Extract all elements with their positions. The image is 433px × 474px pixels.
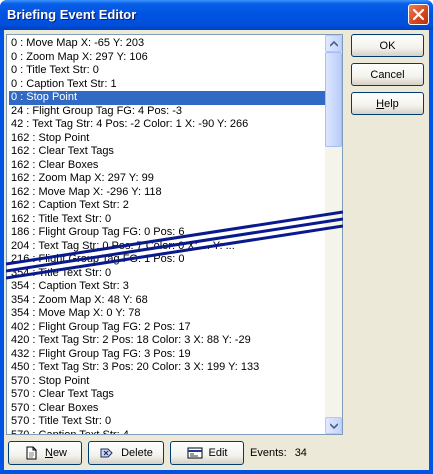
list-item[interactable]: 162 : Zoom Map X: 297 Y: 99 [9,172,325,186]
list-item[interactable]: 432 : Flight Group Tag FG: 3 Pos: 19 [9,348,325,362]
list-item[interactable]: 570 : Clear Boxes [9,402,325,416]
events-count: 34 [294,447,307,459]
title-bar[interactable]: Briefing Event Editor [0,0,433,30]
list-item[interactable]: 354 : Zoom Map X: 48 Y: 68 [9,294,325,308]
delete-button-label: Delete [121,447,153,459]
list-item[interactable]: 450 : Text Tag Str: 3 Pos: 20 Color: 3 X… [9,361,325,375]
new-button[interactable]: New [8,441,82,465]
ok-button[interactable]: OK [351,34,424,57]
help-button[interactable]: Help [351,92,424,115]
dialog-client-area: 0 : Move Map X: -65 Y: 203 0 : Zoom Map X… [4,30,429,470]
list-item[interactable]: 162 : Stop Point [9,132,325,146]
list-item[interactable]: 162 : Move Map X: -296 Y: 118 [9,186,325,200]
list-item[interactable]: 162 : Clear Text Tags [9,145,325,159]
events-label: Events: [250,447,287,459]
delete-icon [100,448,113,458]
scroll-up-button[interactable] [325,35,342,52]
events-listbox[interactable]: 0 : Move Map X: -65 Y: 203 0 : Zoom Map X… [6,34,343,435]
list-item[interactable]: 42 : Text Tag Str: 4 Pos: -2 Color: 1 X:… [9,118,325,132]
scroll-down-arrow-icon [330,423,338,429]
scroll-down-button[interactable] [325,417,342,434]
list-item[interactable]: 0 : Caption Text Str: 1 [9,78,325,92]
accelerator-key: N [44,447,53,459]
edit-button-label: Edit [208,447,228,459]
list-item[interactable]: 354 : Caption Text Str: 3 [9,280,325,294]
close-button[interactable] [408,4,429,25]
list-item[interactable]: 570 : Stop Point [9,375,325,389]
document-icon [26,446,37,460]
cancel-button[interactable]: Cancel [351,63,424,86]
list-item[interactable]: 186 : Flight Group Tag FG: 0 Pos: 6 [9,226,325,240]
list-item[interactable]: 354 : Title Text Str: 0 [9,267,325,281]
list-item[interactable]: 24 : Flight Group Tag FG: 4 Pos: -3 [9,105,325,119]
list-item[interactable]: 570 : Caption Text Str: 4 [9,429,325,435]
events-list-rows: 0 : Move Map X: -65 Y: 203 0 : Zoom Map X… [9,37,325,435]
scroll-thumb[interactable] [325,52,342,147]
list-item[interactable]: 0 : Title Text Str: 0 [9,64,325,78]
close-icon [413,9,424,20]
list-item[interactable]: 354 : Move Map X: 0 Y: 78 [9,307,325,321]
list-item[interactable]: 162 : Caption Text Str: 2 [9,199,325,213]
list-item[interactable]: 204 : Text Tag Str: 0 Pos: 7 Color: 0 X:… [9,240,325,254]
new-button-label: New [44,447,67,459]
briefing-event-editor-window: Briefing Event Editor 0 : Move Map X: -6… [0,0,433,474]
list-item[interactable]: 0 : Move Map X: -65 Y: 203 [9,37,325,51]
list-item[interactable]: 420 : Text Tag Str: 2 Pos: 18 Color: 3 X… [9,334,325,348]
scroll-up-arrow-icon [330,41,338,47]
events-count-display: Events: 34 [250,447,315,459]
edit-button[interactable]: Edit [170,441,244,465]
list-item[interactable]: 162 : Title Text Str: 0 [9,213,325,227]
list-item[interactable]: 570 : Title Text Str: 0 [9,415,325,429]
list-item[interactable]: 402 : Flight Group Tag FG: 2 Pos: 17 [9,321,325,335]
window-title: Briefing Event Editor [7,7,137,22]
list-item[interactable]: 216 : Flight Group Tag FG: 1 Pos: 0 [9,253,325,267]
list-item[interactable]: 0 : Stop Point [9,91,325,105]
list-item[interactable]: 570 : Clear Text Tags [9,388,325,402]
vertical-scrollbar[interactable] [325,35,342,434]
list-item[interactable]: 0 : Zoom Map X: 297 Y: 106 [9,51,325,65]
accelerator-key: H [376,98,385,110]
delete-button[interactable]: Delete [88,441,164,465]
list-item[interactable]: 162 : Clear Boxes [9,159,325,173]
edit-icon [187,447,203,459]
